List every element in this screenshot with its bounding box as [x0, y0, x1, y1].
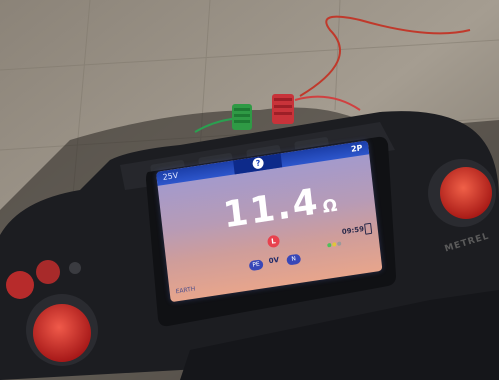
- clock: 09:59: [341, 224, 365, 237]
- limit-badge: L: [266, 234, 281, 249]
- status-dot-gray: [336, 241, 342, 246]
- red-connector: [272, 94, 294, 124]
- left-red-button[interactable]: [6, 271, 34, 299]
- mode-label: 2P: [350, 143, 363, 154]
- photo-scene: 25V ? 2P 11.4Ω L PE 0V N 09:59 EARTH MET…: [0, 0, 499, 380]
- earth-label: EARTH: [175, 285, 196, 296]
- gear-icon[interactable]: [69, 262, 81, 274]
- right-knob-icon[interactable]: [440, 167, 492, 219]
- left-red-button-2[interactable]: [36, 260, 60, 284]
- status-dot-green: [327, 242, 332, 248]
- reading-value: 11.4: [221, 181, 322, 237]
- green-connector: [232, 104, 252, 130]
- left-knob-icon[interactable]: [33, 304, 91, 362]
- battery-icon: [364, 222, 373, 235]
- terminal-voltage: 0V: [268, 255, 280, 266]
- pe-terminal-chip: PE: [248, 259, 264, 272]
- status-dot-yellow: [332, 242, 337, 247]
- measurement-reading: 11.4Ω: [221, 178, 341, 236]
- n-terminal-chip: N: [286, 253, 302, 266]
- status-dots: [326, 230, 343, 251]
- reading-unit: Ω: [321, 195, 341, 218]
